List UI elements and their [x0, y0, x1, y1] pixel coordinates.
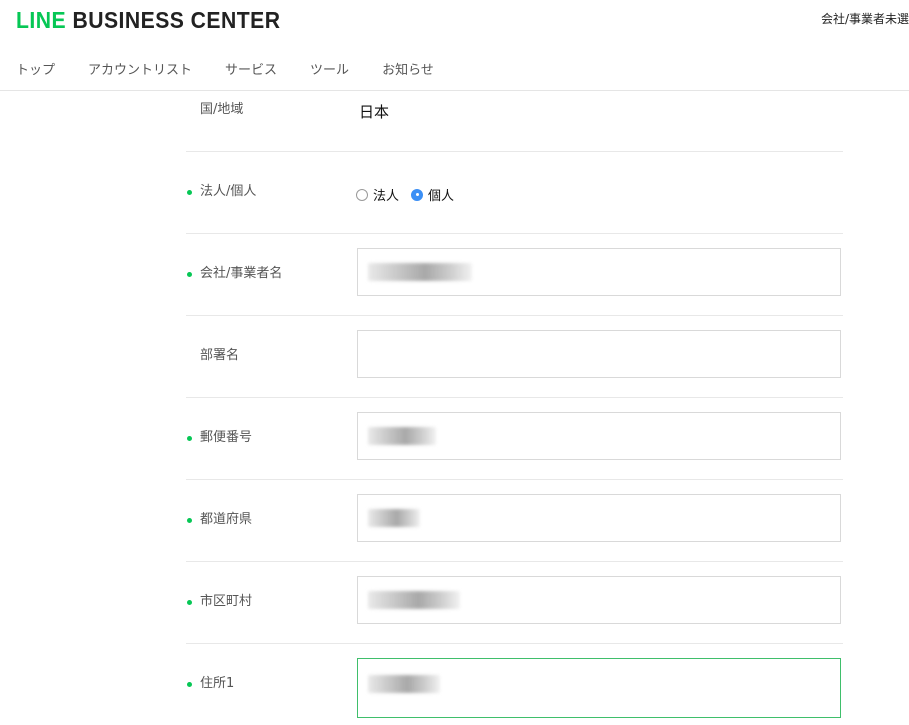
required-indicator [187, 190, 192, 195]
required-indicator [187, 272, 192, 277]
required-indicator [187, 600, 192, 605]
form-row-prefecture: 都道府県 [186, 480, 843, 562]
line-business-center-logo[interactable]: LINE BUSINESS CENTER [16, 5, 280, 35]
redacted-value [368, 427, 436, 445]
postal-code-input[interactable] [357, 412, 841, 460]
postal-code-label: 郵便番号 [200, 430, 253, 445]
redacted-value [368, 591, 460, 609]
prefecture-input[interactable] [357, 494, 841, 542]
department-input[interactable] [357, 330, 841, 378]
logo-line-text: LINE [16, 6, 67, 33]
nav-item-top[interactable]: トップ [16, 59, 55, 78]
radio-corporation[interactable]: 法人 [356, 185, 399, 204]
business-info-form: 国/地域 日本 法人/個人 法人 個人 会社/事業者名 部署名 郵便番号 都道府… [186, 91, 843, 725]
department-label: 部署名 [200, 348, 240, 363]
nav-item-news[interactable]: お知らせ [382, 59, 434, 78]
logo-business-text: BUSINESS CENTER [72, 6, 281, 33]
prefecture-label: 都道府県 [200, 512, 253, 527]
company-selector[interactable]: 会社/事業者未選 [821, 10, 909, 27]
city-input[interactable] [357, 576, 841, 624]
form-row-address1: 住所1 [186, 644, 843, 725]
radio-label-corporation: 法人 [373, 189, 400, 204]
entity-type-radio-group: 法人 個人 [356, 185, 466, 204]
company-name-input[interactable] [357, 248, 841, 296]
country-label: 国/地域 [200, 102, 244, 117]
company-name-label: 会社/事業者名 [200, 266, 283, 281]
form-row-postal-code: 郵便番号 [186, 398, 843, 480]
city-label: 市区町村 [200, 594, 253, 609]
radio-individual[interactable]: 個人 [411, 185, 454, 204]
required-indicator [187, 682, 192, 687]
entity-type-label: 法人/個人 [200, 184, 257, 199]
address1-label: 住所1 [200, 676, 235, 691]
country-value: 日本 [359, 103, 390, 121]
nav-item-account-list[interactable]: アカウントリスト [88, 59, 192, 78]
radio-label-individual: 個人 [428, 189, 455, 204]
redacted-value [368, 263, 472, 281]
form-row-entity-type: 法人/個人 法人 個人 [186, 152, 843, 234]
nav-item-services[interactable]: サービス [225, 59, 277, 78]
address1-input[interactable] [357, 658, 841, 718]
required-indicator [187, 436, 192, 441]
redacted-value [368, 509, 420, 527]
form-row-country: 国/地域 日本 [186, 91, 843, 152]
redacted-value [368, 675, 440, 693]
main-nav: トップ アカウントリスト サービス ツール お知らせ [0, 52, 467, 84]
form-row-company-name: 会社/事業者名 [186, 234, 843, 316]
form-row-city: 市区町村 [186, 562, 843, 644]
radio-circle-individual[interactable] [411, 188, 424, 201]
nav-item-tools[interactable]: ツール [310, 59, 349, 78]
radio-circle-corporation[interactable] [356, 188, 368, 201]
form-row-department: 部署名 [186, 316, 843, 398]
required-indicator [187, 518, 192, 523]
